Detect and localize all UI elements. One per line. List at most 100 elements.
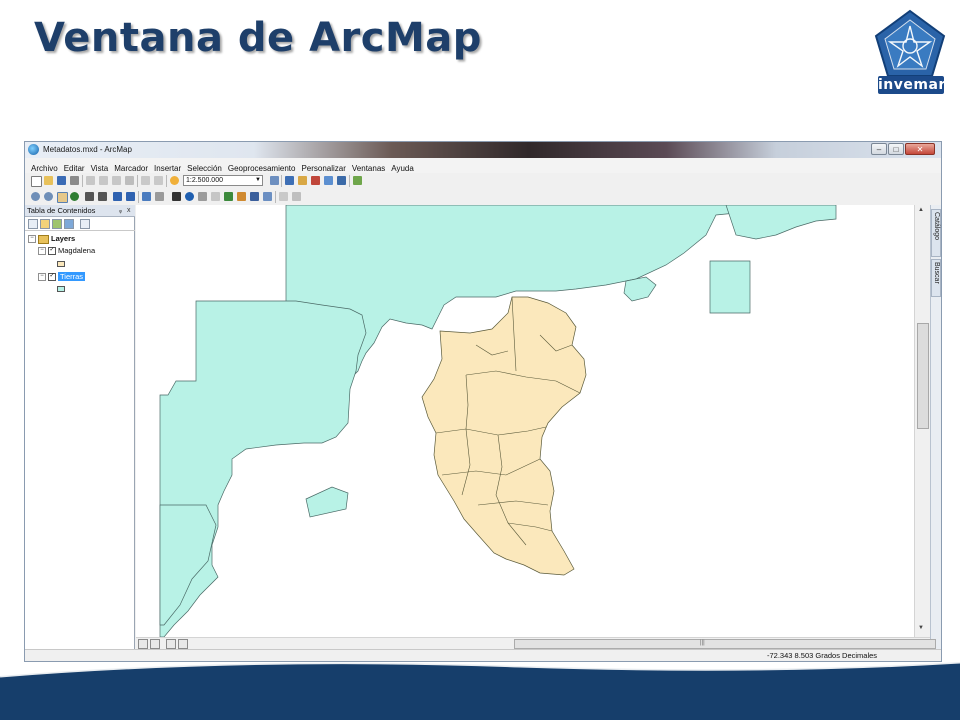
visibility-checkbox-tierras[interactable]: ✓ — [48, 273, 56, 282]
redo-icon[interactable] — [154, 176, 163, 185]
tab-buscar[interactable]: Buscar — [931, 259, 941, 297]
swipe-icon[interactable] — [292, 192, 301, 201]
window-titlebar[interactable]: Metadatos.mxd - ArcMap – □ ✕ — [25, 142, 941, 158]
magdalena-department — [421, 296, 587, 576]
layers-root[interactable]: − Layers — [28, 233, 75, 244]
save-icon[interactable] — [57, 176, 66, 185]
open-folder-icon[interactable] — [44, 176, 53, 185]
cursor-coordinates: -72.343 8.503 Grados Decimales — [767, 651, 878, 660]
paste-icon[interactable] — [112, 176, 121, 185]
print-icon[interactable] — [70, 176, 79, 185]
tierras-northeast-patch — [725, 205, 837, 240]
measure-icon[interactable] — [237, 192, 246, 201]
maximize-button[interactable]: □ — [888, 143, 904, 155]
map-scale-select[interactable]: 1:2.500.000 ▼ — [183, 175, 263, 186]
hyperlink-icon[interactable] — [198, 192, 207, 201]
fixed-zoom-out-icon[interactable] — [98, 192, 107, 201]
layer-row-magdalena[interactable]: − ✓ Magdalena — [38, 245, 95, 256]
pin-icon[interactable]: ᵩ — [119, 205, 122, 216]
arcmap-window: Metadatos.mxd - ArcMap – □ ✕ Archivo Edit… — [24, 141, 942, 662]
toc-toolbar — [25, 217, 135, 231]
options-icon[interactable] — [80, 219, 90, 229]
tab-catalogo[interactable]: Catálogo — [931, 209, 941, 257]
tierras-small-island-2 — [305, 486, 349, 518]
pause-drawing-button[interactable] — [178, 639, 188, 649]
symbol-swatch-tierras[interactable] — [57, 286, 65, 292]
layers-folder-icon — [38, 234, 49, 244]
vertical-scrollbar[interactable]: ▲ ▼ — [914, 205, 930, 637]
select-elements-icon[interactable] — [172, 192, 181, 201]
add-data-icon[interactable] — [170, 176, 179, 185]
cut-icon[interactable] — [86, 176, 95, 185]
zoom-out-icon[interactable] — [44, 192, 53, 201]
map-canvas[interactable] — [136, 205, 930, 637]
close-button[interactable]: ✕ — [905, 143, 935, 155]
model-builder-icon[interactable] — [353, 176, 362, 185]
list-by-selection-icon[interactable] — [64, 219, 74, 229]
scroll-up-icon[interactable]: ▲ — [918, 207, 924, 213]
table-of-contents: Tabla de Contenidos ᵩ x − Layers − ✓ Magdal… — [25, 205, 135, 649]
toc-header: Tabla de Contenidos ᵩ x — [25, 205, 135, 217]
create-viewer-icon[interactable] — [279, 192, 288, 201]
toc-close-icon[interactable]: x — [127, 205, 131, 216]
status-bar: -72.343 8.503 Grados Decimales — [25, 649, 941, 661]
python-window-icon[interactable] — [324, 176, 333, 185]
copy-icon[interactable] — [99, 176, 108, 185]
undo-icon[interactable] — [141, 176, 150, 185]
vertical-scroll-thumb[interactable] — [917, 323, 929, 429]
back-extent-icon[interactable] — [113, 192, 122, 201]
list-by-source-icon[interactable] — [40, 219, 50, 229]
layer-magdalena — [421, 296, 587, 576]
horizontal-scroll-thumb[interactable] — [514, 639, 936, 649]
editor-toolbar-icon[interactable] — [270, 176, 279, 185]
layout-view-button[interactable] — [150, 639, 160, 649]
side-tab-strip: Catálogo Buscar — [930, 205, 941, 649]
toc-title: Tabla de Contenidos — [27, 206, 96, 215]
new-document-icon[interactable] — [31, 176, 42, 187]
go-to-xy-icon[interactable] — [250, 192, 259, 201]
menu-bar: Archivo Editar Vista Marcador Insertar Selecc… — [25, 158, 941, 173]
search-window-icon[interactable] — [337, 176, 346, 185]
standard-toolbar: 1:2.500.000 ▼ — [27, 174, 937, 189]
minimize-button[interactable]: – — [871, 143, 887, 155]
layers-label: Layers — [51, 234, 76, 243]
tierras-west-region — [159, 300, 367, 637]
symbol-swatch-magdalena[interactable] — [57, 261, 65, 267]
zoom-in-icon[interactable] — [31, 192, 40, 201]
visibility-checkbox-magdalena[interactable]: ✓ — [48, 247, 56, 256]
forward-extent-icon[interactable] — [126, 192, 135, 201]
pan-icon[interactable] — [57, 192, 68, 203]
list-by-visibility-icon[interactable] — [52, 219, 62, 229]
arctoolbox-icon[interactable] — [311, 176, 320, 185]
list-by-drawing-order-icon[interactable] — [28, 219, 38, 229]
clear-selection-icon[interactable] — [155, 192, 164, 201]
logo-wordmark: invemar — [878, 76, 946, 94]
window-title: Metadatos.mxd - ArcMap — [43, 145, 132, 154]
table-of-contents-icon[interactable] — [285, 176, 294, 185]
collapse-icon[interactable]: − — [38, 273, 46, 282]
catalog-window-icon[interactable] — [298, 176, 307, 185]
chevron-down-icon: ▼ — [255, 177, 261, 183]
bottom-band — [0, 662, 960, 720]
full-extent-icon[interactable] — [70, 192, 79, 201]
time-slider-icon[interactable] — [263, 192, 272, 201]
collapse-icon[interactable]: − — [28, 235, 36, 244]
map-scale-value: 1:2.500.000 — [186, 177, 223, 184]
html-popup-icon[interactable] — [211, 192, 220, 201]
arcmap-app-icon — [28, 144, 39, 155]
fixed-zoom-in-icon[interactable] — [85, 192, 94, 201]
layer-row-tierras[interactable]: − ✓ Tierras — [38, 271, 86, 282]
tierras-east-square — [709, 260, 751, 314]
delete-icon[interactable] — [125, 176, 134, 185]
layer-name-tierras: Tierras — [58, 272, 86, 281]
map-display[interactable] — [136, 205, 930, 637]
select-features-icon[interactable] — [142, 192, 151, 201]
scroll-down-icon[interactable]: ▼ — [918, 625, 924, 631]
find-icon[interactable] — [224, 192, 233, 201]
tools-toolbar — [27, 190, 937, 205]
scroll-grip-icon: ||| — [700, 640, 705, 646]
refresh-view-button[interactable] — [166, 639, 176, 649]
data-view-button[interactable] — [138, 639, 148, 649]
collapse-icon[interactable]: − — [38, 247, 46, 256]
identify-icon[interactable] — [185, 192, 194, 201]
